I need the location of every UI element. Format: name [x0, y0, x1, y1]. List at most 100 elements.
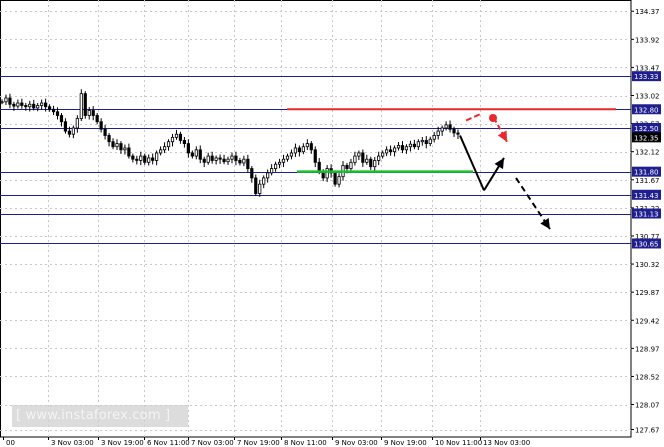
- candle-body: [258, 183, 262, 194]
- candle-body: [254, 177, 258, 194]
- candle-body: [40, 102, 44, 106]
- y-tick-label: 129.42: [635, 317, 660, 325]
- x-tick-label: 10 Nov 11:00: [435, 439, 482, 447]
- x-tick-label: 7 Nov 19:00: [237, 439, 280, 447]
- level-label: 132.50: [634, 125, 659, 133]
- candle-body: [333, 172, 337, 185]
- candle-body: [131, 155, 135, 160]
- candle-body: [12, 103, 16, 107]
- candle-body: [381, 152, 385, 157]
- candle-body: [456, 132, 460, 135]
- x-tick-label: 8 Nov 11:00: [284, 439, 327, 447]
- candle-body: [313, 149, 317, 163]
- candle-body: [428, 138, 432, 144]
- candle-body: [67, 130, 72, 135]
- candle-body: [273, 163, 278, 169]
- candle-body: [115, 143, 119, 148]
- candle-body: [270, 168, 274, 174]
- candle-body: [178, 133, 183, 141]
- candle-body: [214, 157, 218, 161]
- candle-body: [377, 155, 381, 161]
- candle-body: [123, 147, 127, 151]
- y-tick-label: 132.12: [635, 149, 660, 157]
- candle-body: [281, 158, 286, 163]
- level-label: 130.65: [634, 240, 659, 248]
- candle-body: [198, 149, 202, 160]
- candle-body: [91, 110, 95, 116]
- candle-body: [222, 158, 226, 163]
- candle-body: [63, 121, 68, 132]
- red-dot: [489, 113, 497, 122]
- candle-body: [373, 160, 377, 168]
- candle-body: [337, 176, 341, 185]
- level-label: 131.80: [634, 169, 659, 177]
- candle-body: [71, 127, 75, 135]
- candle-body: [159, 149, 163, 154]
- level-label: 131.43: [634, 192, 659, 200]
- chart-grid: [0, 0, 632, 438]
- trend-lines: [287, 108, 616, 173]
- candle-body: [16, 102, 20, 107]
- x-tick-label: 9 Nov 03:00: [335, 439, 378, 447]
- y-tick-label: 128.07: [635, 402, 660, 410]
- y-tick-label: 127.67: [635, 427, 660, 435]
- candle-body: [202, 158, 206, 163]
- candle-body: [218, 157, 222, 160]
- candle-body: [111, 141, 115, 148]
- candle-body: [385, 149, 389, 154]
- candle-body: [226, 158, 230, 163]
- candle-body: [242, 158, 246, 164]
- candle-body: [396, 145, 401, 149]
- candle-body: [166, 141, 171, 148]
- candle-body: [206, 155, 210, 163]
- y-tick-label: 131.67: [635, 177, 660, 185]
- candle-body: [309, 143, 313, 151]
- level-label: 132.80: [634, 106, 659, 114]
- forecast-arrow-head: [540, 218, 550, 230]
- y-tick-label: 130.32: [635, 261, 660, 269]
- candle-body: [250, 168, 254, 179]
- x-tick-label: 9 Nov 19:00: [384, 439, 427, 447]
- candle-body: [388, 149, 393, 153]
- candle-body: [349, 161, 353, 169]
- candle-body: [147, 157, 151, 163]
- candle-body: [277, 161, 282, 165]
- candle-body: [365, 158, 369, 163]
- forecast-arrow-line: [465, 113, 481, 122]
- candle-body: [353, 155, 357, 163]
- candle-body: [127, 147, 131, 157]
- candle-body: [305, 143, 309, 148]
- candle-body: [194, 149, 198, 157]
- x-tick-label: 13 Nov 03:00: [483, 439, 530, 447]
- candle-body: [361, 152, 365, 163]
- forecast-arrow-line: [459, 135, 485, 191]
- candle-body: [83, 93, 87, 116]
- candle-body: [293, 147, 298, 154]
- candle-body: [440, 127, 444, 132]
- candle-body: [139, 155, 143, 161]
- candle-body: [28, 103, 32, 108]
- candle-body: [95, 115, 99, 123]
- candle-body: [4, 97, 8, 103]
- candle-body: [107, 135, 111, 143]
- candle-body: [424, 140, 428, 144]
- y-tick-label: 128.52: [635, 373, 660, 381]
- candle-body: [238, 160, 242, 164]
- y-tick-label: 133.92: [635, 36, 660, 44]
- candle-body: [151, 157, 155, 161]
- candle-body: [408, 143, 413, 148]
- candle-body: [436, 130, 440, 136]
- candle-body: [155, 152, 159, 161]
- candle-body: [400, 145, 405, 151]
- x-tick-label: 00: [6, 439, 15, 447]
- candle-body: [44, 102, 48, 108]
- candle-body: [59, 115, 64, 123]
- candle-body: [444, 124, 448, 129]
- candle-body: [369, 158, 373, 168]
- candle-body: [75, 118, 79, 129]
- candle-body: [99, 121, 103, 130]
- candle-body: [162, 146, 167, 151]
- candle-body: [119, 143, 123, 151]
- x-tick-label: 7 Nov 03:00: [191, 439, 234, 447]
- candle-body: [36, 105, 40, 109]
